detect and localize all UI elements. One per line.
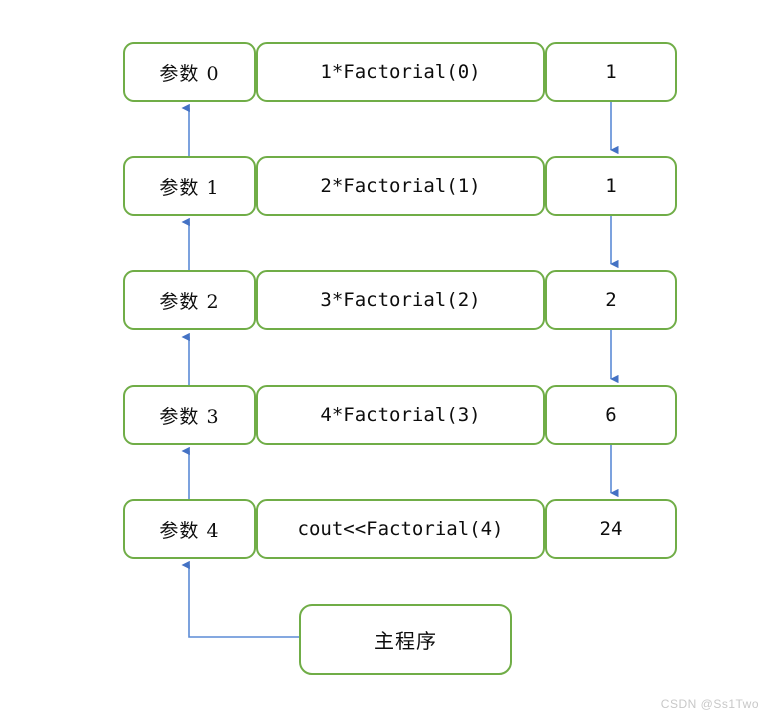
- expression-label: cout<<Factorial(4): [297, 518, 504, 540]
- param-label: 参数 0: [159, 62, 220, 85]
- main-program-box[interactable]: 主程序: [299, 604, 512, 675]
- result-box[interactable]: 2: [545, 270, 677, 330]
- result-box[interactable]: 24: [545, 499, 677, 559]
- param-label: 参数 4: [159, 519, 220, 542]
- stack-frame-row: 参数 1 2*Factorial(1) 1: [0, 156, 773, 216]
- param-box[interactable]: 参数 2: [123, 270, 256, 330]
- expression-label: 2*Factorial(1): [320, 175, 481, 197]
- param-box[interactable]: 参数 3: [123, 385, 256, 445]
- stack-frame-row: 参数 4 cout<<Factorial(4) 24: [0, 499, 773, 559]
- result-box[interactable]: 6: [545, 385, 677, 445]
- result-label: 2: [605, 289, 617, 311]
- param-box[interactable]: 参数 1: [123, 156, 256, 216]
- expression-label: 1*Factorial(0): [320, 61, 481, 83]
- param-box[interactable]: 参数 0: [123, 42, 256, 102]
- param-label: 参数 2: [159, 290, 220, 313]
- result-label: 6: [605, 404, 617, 426]
- main-program-label: 主程序: [374, 629, 437, 653]
- param-box[interactable]: 参数 4: [123, 499, 256, 559]
- watermark: CSDN @Ss1Two: [660, 697, 759, 711]
- stack-frame-row: 参数 2 3*Factorial(2) 2: [0, 270, 773, 330]
- expression-box[interactable]: cout<<Factorial(4): [256, 499, 545, 559]
- result-box[interactable]: 1: [545, 42, 677, 102]
- expression-box[interactable]: 1*Factorial(0): [256, 42, 545, 102]
- param-label: 参数 3: [159, 405, 220, 428]
- expression-label: 3*Factorial(2): [320, 289, 481, 311]
- main-program-call-arrow: [181, 560, 299, 638]
- expression-box[interactable]: 2*Factorial(1): [256, 156, 545, 216]
- expression-label: 4*Factorial(3): [320, 404, 481, 426]
- result-label: 1: [605, 175, 617, 197]
- expression-box[interactable]: 3*Factorial(2): [256, 270, 545, 330]
- diagram-canvas: 参数 0 1*Factorial(0) 1 参数 1 2*Factorial(1…: [0, 0, 773, 719]
- expression-box[interactable]: 4*Factorial(3): [256, 385, 545, 445]
- result-label: 1: [605, 61, 617, 83]
- stack-frame-row: 参数 3 4*Factorial(3) 6: [0, 385, 773, 445]
- result-label: 24: [599, 518, 623, 540]
- result-box[interactable]: 1: [545, 156, 677, 216]
- stack-frame-row: 参数 0 1*Factorial(0) 1: [0, 42, 773, 102]
- param-label: 参数 1: [159, 176, 220, 199]
